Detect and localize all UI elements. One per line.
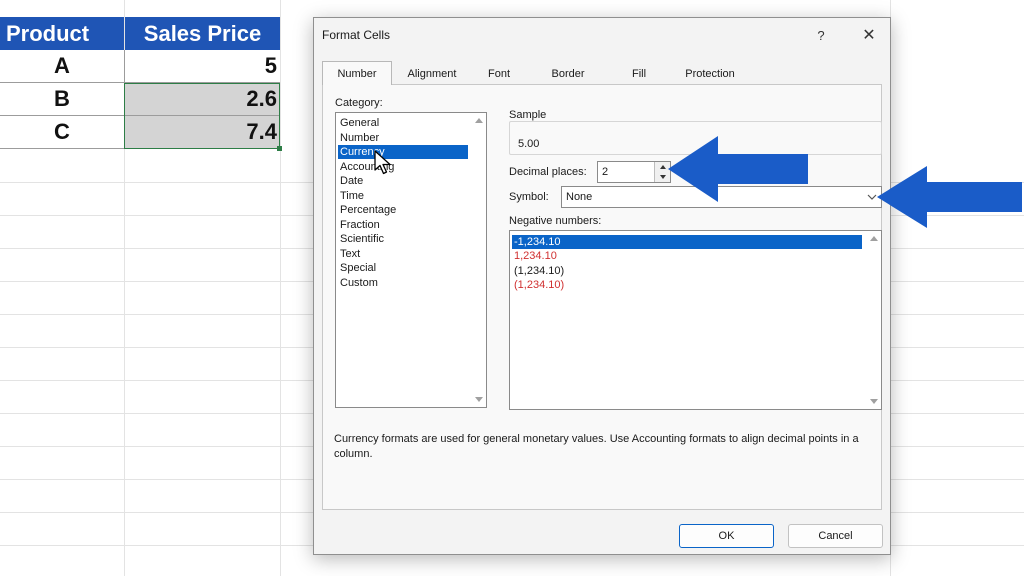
help-button[interactable]: ? (808, 24, 834, 46)
sample-label: Sample (509, 109, 550, 121)
cell-product[interactable]: C (0, 116, 125, 149)
tab-alignment[interactable]: Alignment (392, 63, 472, 85)
ok-button[interactable]: OK (679, 524, 774, 548)
header-product[interactable]: Product (0, 17, 124, 50)
question-icon: ? (817, 27, 825, 43)
scroll-up-icon[interactable] (870, 236, 878, 241)
sample-value: 5.00 (518, 138, 540, 150)
category-label: Category: (335, 97, 383, 109)
category-item[interactable]: Date (338, 174, 363, 188)
category-item[interactable]: Special (338, 261, 376, 275)
category-item-selected[interactable]: Currency (338, 145, 468, 159)
tab-fill[interactable]: Fill (610, 63, 668, 85)
category-scrollbar[interactable] (472, 113, 486, 407)
close-button[interactable]: ✕ (856, 24, 882, 46)
arrow-left-icon (877, 166, 1022, 228)
negative-numbers-label: Negative numbers: (509, 215, 602, 227)
category-listbox[interactable]: General Number Currency Accounting Date … (335, 112, 487, 408)
cell-product[interactable]: B (0, 83, 125, 116)
negative-scrollbar[interactable] (867, 231, 881, 409)
mouse-pointer-icon (373, 150, 393, 181)
header-sales-price[interactable]: Sales Price (125, 17, 280, 50)
gridline (280, 0, 281, 576)
negative-format-item[interactable]: (1,234.10) (512, 278, 564, 292)
tab-protection[interactable]: Protection (668, 63, 752, 85)
dialog-title: Format Cells (322, 28, 391, 42)
negative-format-item[interactable]: 1,234.10 (512, 249, 557, 263)
scroll-down-icon[interactable] (475, 397, 483, 402)
format-description: Currency formats are used for general mo… (334, 433, 859, 460)
arrow-left-icon (668, 136, 808, 202)
tab-font[interactable]: Font (472, 63, 526, 85)
category-item[interactable]: Number (338, 131, 379, 145)
negative-format-selected[interactable]: -1,234.10 (512, 235, 862, 249)
scroll-down-icon[interactable] (870, 399, 878, 404)
negative-numbers-listbox[interactable]: -1,234.10 1,234.10 (1,234.10) (1,234.10) (509, 230, 882, 410)
cancel-button[interactable]: Cancel (788, 524, 883, 548)
cell-price-selected[interactable]: 2.6 (125, 83, 280, 116)
fill-handle[interactable] (277, 146, 282, 151)
close-icon: ✕ (862, 27, 876, 44)
scroll-up-icon[interactable] (475, 118, 483, 123)
negative-format-item[interactable]: (1,234.10) (512, 264, 564, 278)
category-item[interactable]: Text (338, 247, 360, 261)
spin-up-icon (659, 165, 666, 169)
category-item[interactable]: Percentage (338, 203, 396, 217)
cell-product[interactable]: A (0, 50, 125, 83)
tab-number[interactable]: Number (322, 61, 392, 85)
spin-down-icon (659, 175, 666, 179)
category-item[interactable]: Scientific (338, 232, 384, 246)
tab-border[interactable]: Border (526, 63, 610, 85)
category-item[interactable]: Fraction (338, 218, 380, 232)
cell-price-selected[interactable]: 7.4 (125, 116, 280, 149)
category-item[interactable]: Time (338, 189, 364, 203)
cell-price[interactable]: 5 (125, 50, 280, 83)
category-item[interactable]: General (338, 116, 379, 130)
decimal-places-label: Decimal places: (509, 166, 587, 178)
symbol-label: Symbol: (509, 191, 549, 203)
format-cells-dialog: Format Cells ? ✕ Number Alignment Font B… (313, 17, 891, 555)
category-item[interactable]: Custom (338, 276, 378, 290)
